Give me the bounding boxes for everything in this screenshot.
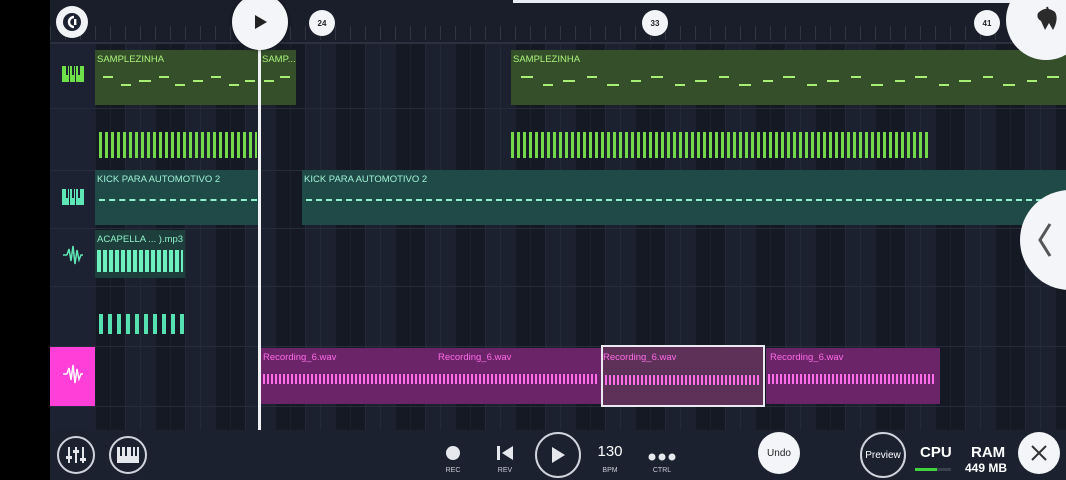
timeline-ruler[interactable]: 24 33 41 — [50, 0, 1066, 44]
clip-label: SAMPLEZINHA — [513, 54, 581, 65]
undo-button[interactable]: Undo — [758, 432, 800, 474]
pattern-clip[interactable]: KICK PARA AUTOMOTIVO 2 — [95, 170, 258, 225]
clip-label: Recording_6.wav — [263, 352, 337, 363]
record-icon[interactable] — [446, 446, 460, 460]
row-divider — [50, 108, 1066, 109]
pattern-clip[interactable]: SAMP... — [260, 50, 296, 105]
clip-label: Recording_6.wav — [770, 352, 844, 363]
rec-label: REC — [445, 467, 461, 474]
row-divider — [50, 228, 1066, 229]
audio-waveform[interactable] — [99, 314, 189, 334]
audio-waveform[interactable] — [99, 132, 257, 158]
track-header[interactable] — [50, 44, 95, 109]
track-header[interactable] — [50, 108, 95, 171]
pattern-clip[interactable]: SAMPLEZINHA — [95, 50, 258, 105]
bottom-toolbar: REC REV 130 BPM CTRL Undo Preview CPU RA… — [50, 430, 1066, 480]
audio-clip-selected[interactable]: Recording_6.wav — [601, 345, 765, 407]
fl-logo-icon[interactable] — [56, 6, 88, 38]
play-button[interactable] — [535, 432, 581, 478]
clip-label: KICK PARA AUTOMOTIVO 2 — [97, 174, 221, 185]
playhead[interactable] — [258, 44, 261, 430]
track-header[interactable] — [50, 286, 95, 347]
clip-label: Recording_6.wav — [438, 352, 512, 363]
rev-label: REV — [497, 467, 513, 474]
track-header[interactable] — [50, 170, 95, 229]
clip-label: SAMP... — [262, 54, 296, 65]
bpm-label: BPM — [602, 467, 618, 474]
ctrl-label: CTRL — [652, 467, 672, 474]
audio-waveform[interactable] — [511, 132, 931, 158]
preview-button[interactable]: Preview — [860, 432, 906, 478]
pattern-clip[interactable]: KICK PARA AUTOMOTIVO 2 — [302, 170, 1066, 225]
clip-label: KICK PARA AUTOMOTIVO 2 — [304, 174, 428, 185]
clip-label: ACAPELLA ... ).mp3 — [97, 234, 184, 245]
ram-value: 449 MB — [965, 461, 1008, 475]
row-divider — [50, 406, 1066, 407]
track-header[interactable] — [50, 406, 95, 431]
audio-clip[interactable]: ACAPELLA ... ).mp3 — [95, 230, 185, 278]
piano-roll-icon — [61, 188, 85, 211]
bpm-value[interactable]: 130 — [588, 443, 632, 460]
bar-marker[interactable]: 41 — [974, 10, 1000, 36]
pattern-clip[interactable]: SAMPLEZINHA — [511, 50, 1066, 105]
piano-icon[interactable] — [109, 436, 147, 474]
row-divider — [50, 286, 1066, 287]
track-header-selected[interactable] — [50, 346, 95, 407]
bar-marker[interactable]: 33 — [642, 10, 668, 36]
waveform-icon — [62, 244, 84, 271]
piano-roll-icon — [61, 65, 85, 88]
more-icon[interactable] — [648, 448, 676, 466]
fl-studio-mobile-playlist: 24 33 41 SAMPLEZINHA SAMP... SAMPLEZINHA… — [50, 0, 1066, 480]
cpu-meter — [915, 468, 951, 471]
song-position-indicator — [513, 0, 1066, 3]
close-icon[interactable] — [1018, 432, 1060, 474]
rewind-icon[interactable] — [496, 445, 514, 466]
clip-label: Recording_6.wav — [603, 352, 677, 363]
track-header[interactable] — [50, 228, 95, 287]
clip-label: SAMPLEZINHA — [97, 54, 165, 65]
audio-clip[interactable]: Recording_6.wav — [766, 348, 940, 404]
mixer-icon[interactable] — [57, 436, 95, 474]
row-divider — [50, 346, 1066, 347]
cpu-label: CPU — [920, 444, 952, 461]
waveform-icon — [62, 363, 84, 390]
chevron-left-icon[interactable] — [1020, 190, 1066, 290]
ram-label: RAM — [971, 444, 1006, 461]
audio-clip[interactable]: Recording_6.wav Recording_6.wav — [261, 348, 601, 404]
left-letterbox — [0, 0, 50, 480]
bar-marker[interactable]: 24 — [309, 10, 335, 36]
